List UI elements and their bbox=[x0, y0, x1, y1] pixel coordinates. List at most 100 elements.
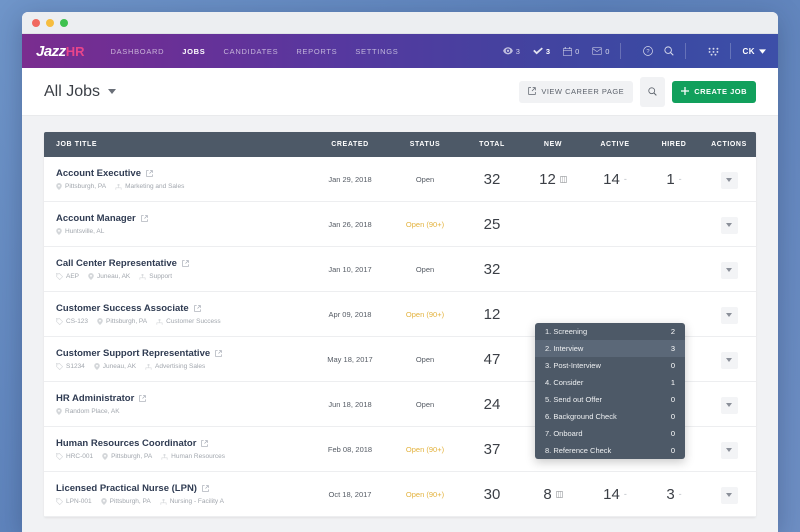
job-title-link[interactable]: Customer Success Associate bbox=[56, 303, 312, 314]
minimize-window-button[interactable] bbox=[46, 18, 54, 27]
row-actions-button[interactable] bbox=[720, 351, 738, 369]
search-jobs-button[interactable] bbox=[640, 76, 666, 107]
eye-icon bbox=[502, 47, 513, 55]
nav-stat-calendar[interactable]: 0 bbox=[563, 46, 580, 56]
job-tag: CS-123 bbox=[56, 318, 88, 325]
stage-label: 4. Consider bbox=[545, 378, 584, 387]
job-department: Support bbox=[139, 273, 172, 280]
job-title-link[interactable]: Licensed Practical Nurse (LPN) bbox=[56, 483, 312, 494]
cell-status: Open bbox=[415, 399, 435, 409]
table-row[interactable]: Call Center Representative AEP Juneau, AK S… bbox=[44, 247, 756, 292]
column-header-new[interactable]: NEW bbox=[522, 132, 584, 157]
tooltip-stage-row[interactable]: 7. Onboard 0 bbox=[535, 425, 685, 442]
page-subheader: All Jobs VIEW CAREER PAGE CREATE JOB bbox=[22, 68, 778, 116]
column-header-job-title[interactable]: JOB TITLE bbox=[44, 132, 312, 157]
column-header-hired[interactable]: HIRED bbox=[646, 132, 702, 157]
message-icon bbox=[592, 47, 603, 55]
stage-label: 2. Interview bbox=[545, 344, 584, 353]
job-location: Pittsburgh, PA bbox=[100, 498, 151, 505]
tooltip-arrow bbox=[605, 323, 619, 324]
tooltip-stage-row[interactable]: 1. Screening 2 bbox=[535, 323, 685, 340]
nav-item-settings[interactable]: SETTINGS bbox=[355, 47, 398, 56]
pipeline-stages-tooltip: 1. Screening 2 2. Interview 3 3. Post-Interv… bbox=[535, 323, 685, 459]
department-icon bbox=[161, 453, 168, 460]
tag-icon bbox=[56, 498, 63, 505]
nav-stat-calendar-count: 0 bbox=[575, 46, 580, 56]
page-title-group[interactable]: All Jobs bbox=[44, 83, 117, 101]
cell-status: Open (90+) bbox=[405, 219, 445, 229]
view-career-page-button[interactable]: VIEW CAREER PAGE bbox=[519, 80, 634, 103]
user-menu[interactable]: CK bbox=[742, 47, 766, 56]
nav-item-reports[interactable]: REPORTS bbox=[296, 47, 337, 56]
nav-stat-messages[interactable]: 0 bbox=[592, 47, 609, 56]
nav-item-jobs[interactable]: JOBS bbox=[182, 47, 205, 56]
external-link-icon[interactable] bbox=[140, 215, 148, 222]
nav-item-dashboard[interactable]: DASHBOARD bbox=[110, 47, 164, 56]
table-row[interactable]: Account Manager Huntsville, AL Jan 26, 201… bbox=[44, 202, 756, 247]
external-link-icon[interactable] bbox=[201, 440, 209, 447]
search-icon[interactable] bbox=[664, 46, 675, 56]
nav-stat-tasks[interactable]: 3 bbox=[533, 47, 550, 56]
logo-main-text: Jazz bbox=[36, 42, 66, 60]
job-title-link[interactable]: Call Center Representative bbox=[56, 258, 312, 269]
close-window-button[interactable] bbox=[32, 18, 40, 27]
column-header-created[interactable]: CREATED bbox=[312, 132, 388, 157]
row-actions-button[interactable] bbox=[720, 216, 738, 234]
column-header-status[interactable]: STATUS bbox=[388, 132, 462, 157]
external-link-icon[interactable] bbox=[146, 170, 153, 177]
external-link-icon[interactable] bbox=[193, 305, 201, 312]
table-row[interactable]: Account Executive Pittsburgh, PA Marketing… bbox=[44, 157, 756, 202]
pipeline-icon[interactable] bbox=[559, 175, 567, 183]
nav-right-group: 3 3 0 0 ? CK bbox=[490, 43, 766, 59]
cell-empty bbox=[522, 202, 584, 247]
job-title-link[interactable]: Account Executive bbox=[56, 168, 312, 179]
row-actions-button[interactable] bbox=[720, 306, 738, 324]
row-actions-button[interactable] bbox=[720, 261, 738, 279]
column-header-active[interactable]: ACTIVE bbox=[584, 132, 646, 157]
tooltip-stage-row[interactable]: 2. Interview 3 bbox=[535, 340, 685, 357]
tooltip-stage-row[interactable]: 5. Send out Offer 0 bbox=[535, 391, 685, 408]
stage-label: 3. Post-Interview bbox=[545, 361, 601, 370]
chevron-down-icon bbox=[726, 268, 732, 273]
create-job-button[interactable]: CREATE JOB bbox=[672, 80, 756, 103]
tooltip-stage-row[interactable]: 6. Background Check 0 bbox=[535, 408, 685, 425]
nav-item-candidates[interactable]: CANDIDATES bbox=[224, 47, 279, 56]
chevron-down-icon bbox=[726, 313, 732, 318]
job-title-link[interactable]: Account Manager bbox=[56, 213, 312, 224]
stage-count: 2 bbox=[670, 327, 675, 336]
tooltip-stage-row[interactable]: 3. Post-Interview 0 bbox=[535, 357, 685, 374]
tooltip-stage-row[interactable]: 8. Reference Check 0 bbox=[535, 442, 685, 459]
job-title-link[interactable]: Customer Support Representative bbox=[56, 348, 312, 359]
stage-count: 1 bbox=[670, 378, 675, 387]
cell-total: 12 bbox=[483, 305, 501, 323]
cell-status: Open bbox=[415, 174, 435, 184]
row-actions-button[interactable] bbox=[720, 441, 738, 459]
nav-stat-views[interactable]: 3 bbox=[502, 47, 520, 56]
external-link-icon[interactable] bbox=[215, 350, 222, 357]
row-actions-button[interactable] bbox=[720, 396, 738, 414]
apps-grid-icon[interactable] bbox=[708, 47, 719, 56]
external-link-icon[interactable] bbox=[139, 395, 147, 402]
job-meta: LPN-001 Pittsburgh, PA Nursing - Facility … bbox=[56, 498, 312, 505]
job-location: Pittsburgh, PA bbox=[97, 318, 147, 325]
cell-total: 24 bbox=[483, 395, 501, 413]
external-link-icon[interactable] bbox=[182, 260, 189, 267]
pipeline-icon[interactable] bbox=[555, 490, 563, 498]
job-title-link[interactable]: Human Resources Coordinator bbox=[56, 438, 312, 449]
table-row[interactable]: Licensed Practical Nurse (LPN) LPN-001 Pit… bbox=[44, 472, 756, 517]
stage-label: 6. Background Check bbox=[545, 412, 617, 421]
tag-icon bbox=[56, 273, 63, 280]
department-icon bbox=[115, 183, 122, 190]
external-link-icon[interactable] bbox=[202, 485, 209, 492]
row-actions-button[interactable] bbox=[720, 171, 738, 189]
tooltip-stage-row[interactable]: 4. Consider 1 bbox=[535, 374, 685, 391]
jazzhr-logo[interactable]: JazzHR bbox=[36, 43, 84, 60]
help-icon[interactable]: ? bbox=[643, 46, 654, 56]
job-department: Human Resources bbox=[161, 453, 225, 460]
job-info-cell: Customer Success Associate CS-123 Pittsbur… bbox=[44, 292, 312, 337]
maximize-window-button[interactable] bbox=[60, 18, 68, 27]
job-title-link[interactable]: HR Administrator bbox=[56, 393, 312, 404]
column-header-total[interactable]: TOTAL bbox=[462, 132, 522, 157]
row-actions-button[interactable] bbox=[720, 486, 738, 504]
stage-count: 0 bbox=[670, 446, 675, 455]
